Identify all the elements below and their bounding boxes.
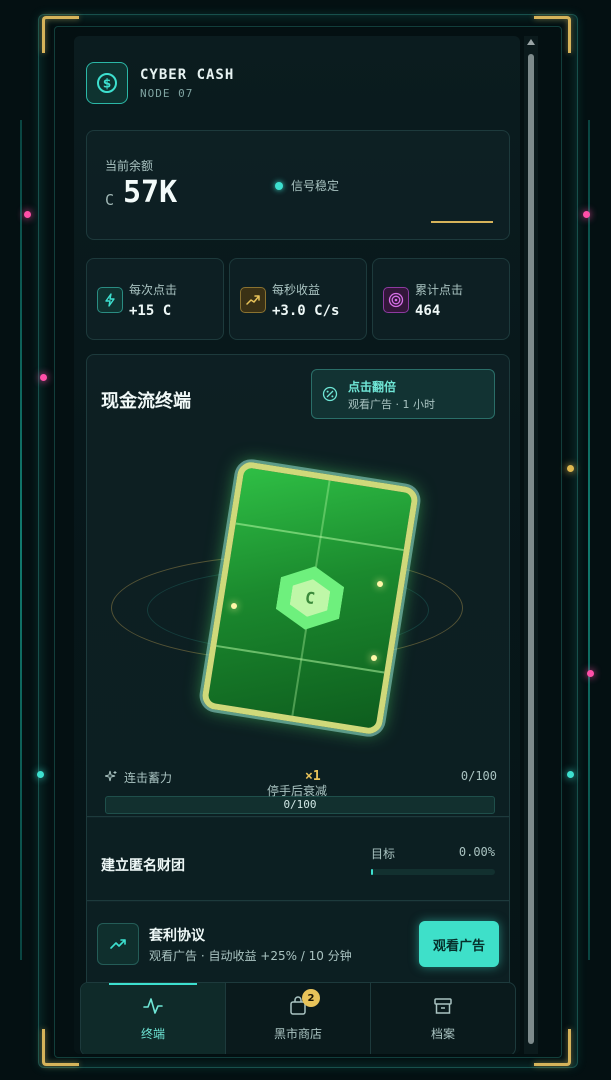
right-rail: [588, 120, 590, 960]
balance-card: 当前余额 C 57K 信号稳定: [86, 130, 510, 240]
watch-ad-button[interactable]: 观看广告: [419, 921, 499, 967]
balance-label: 当前余额: [105, 159, 154, 173]
pink-light: [583, 211, 590, 218]
cash-card-tap-target[interactable]: C: [200, 460, 420, 736]
arbitrage-protocol-card: 套利协议 观看广告 · 自动收益 +25% / 10 分钟 观看广告: [86, 900, 510, 984]
trend-up-icon: [97, 923, 139, 965]
cash-terminal-panel: 现金流终端 点击翻倍 观看广告 · 1 小时 C 连击蓄力 ×1 0/100 0…: [86, 354, 510, 818]
app-header: $ CYBER CASH NODE 07: [86, 62, 234, 104]
stat-card-total-clicks: 累计点击 464: [372, 258, 510, 340]
combo-count: 0/100: [460, 769, 497, 783]
stat-value: 464: [415, 303, 441, 319]
app-title: CYBER CASH: [140, 66, 235, 83]
pink-light: [40, 374, 47, 381]
active-tab-indicator: [109, 983, 197, 985]
terminal-title: 现金流终端: [101, 391, 191, 412]
bottom-tab-bar: 终端 2 黑市商店 档案: [80, 982, 516, 1054]
stat-value: +15 C: [129, 303, 172, 319]
stat-value: +3.0 C/s: [272, 303, 340, 319]
app-panel: $ CYBER CASH NODE 07 当前余额 C 57K 信号稳定 每次点…: [74, 36, 520, 1054]
stat-label: 累计点击: [415, 283, 464, 297]
decay-hint: 停手后衰减: [266, 784, 327, 798]
trend-up-icon: [240, 287, 266, 313]
syndicate-title: 建立匿名财团: [101, 858, 185, 874]
notification-badge: 2: [302, 989, 320, 1007]
percent-badge-icon: [322, 386, 338, 406]
lightning-icon: [97, 287, 123, 313]
arbitrage-description: 观看广告 · 自动收益 +25% / 10 分钟: [149, 949, 352, 963]
node-label: NODE 07: [140, 86, 194, 100]
goal-label: 目标: [371, 847, 396, 861]
stat-label: 每秒收益: [272, 283, 321, 297]
gold-light: [567, 465, 574, 472]
svg-text:$: $: [103, 77, 111, 91]
stat-card-per-second: 每秒收益 +3.0 C/s: [229, 258, 367, 340]
goal-percent: 0.00%: [458, 845, 495, 859]
cyan-light: [37, 771, 44, 778]
sparkle-icon: [231, 603, 237, 609]
status-led-icon: [275, 181, 283, 190]
left-rail: [20, 120, 22, 960]
double-click-ad-button[interactable]: 点击翻倍 观看广告 · 1 小时: [311, 369, 495, 419]
tab-label: 档案: [430, 1027, 455, 1041]
scrollbar-thumb[interactable]: [528, 54, 534, 1044]
scrollbar[interactable]: [524, 36, 538, 1054]
currency-symbol: C: [105, 191, 115, 209]
sparkle-icon: [371, 655, 377, 661]
stat-card-per-click: 每次点击 +15 C: [86, 258, 224, 340]
pink-light: [24, 211, 31, 218]
gold-accent-line: [431, 221, 493, 223]
target-icon: [383, 287, 409, 313]
dollar-coin-icon: $: [86, 62, 128, 104]
arbitrage-title: 套利协议: [149, 928, 205, 944]
pink-light: [587, 670, 594, 677]
tab-black-market[interactable]: 2 黑市商店: [226, 983, 371, 1054]
combo-progress-text: 0/100: [283, 798, 317, 811]
pulse-icon: [142, 995, 164, 1021]
corner-top-right: [534, 16, 571, 53]
goal-progress-fill: [371, 869, 374, 875]
scroll-up-icon[interactable]: [527, 39, 535, 45]
tab-archive[interactable]: 档案: [371, 983, 515, 1054]
archive-icon: [432, 995, 454, 1021]
tab-terminal[interactable]: 终端: [81, 983, 226, 1054]
tab-label: 终端: [140, 1027, 165, 1041]
corner-bottom-right: [534, 1029, 571, 1066]
sparkle-icon: [377, 581, 383, 587]
double-button-title: 点击翻倍: [348, 380, 397, 394]
cyan-light: [567, 771, 574, 778]
balance-amount: 57K: [123, 175, 178, 210]
syndicate-goal-card: 建立匿名财团 目标 0.00%: [86, 816, 510, 902]
tab-label: 黑市商店: [273, 1027, 322, 1041]
signal-status: 信号稳定: [275, 177, 339, 194]
double-button-subtitle: 观看广告 · 1 小时: [348, 398, 435, 411]
goal-progress-bar: [371, 869, 495, 875]
signal-status-text: 信号稳定: [291, 179, 340, 193]
stat-label: 每次点击: [129, 283, 178, 297]
